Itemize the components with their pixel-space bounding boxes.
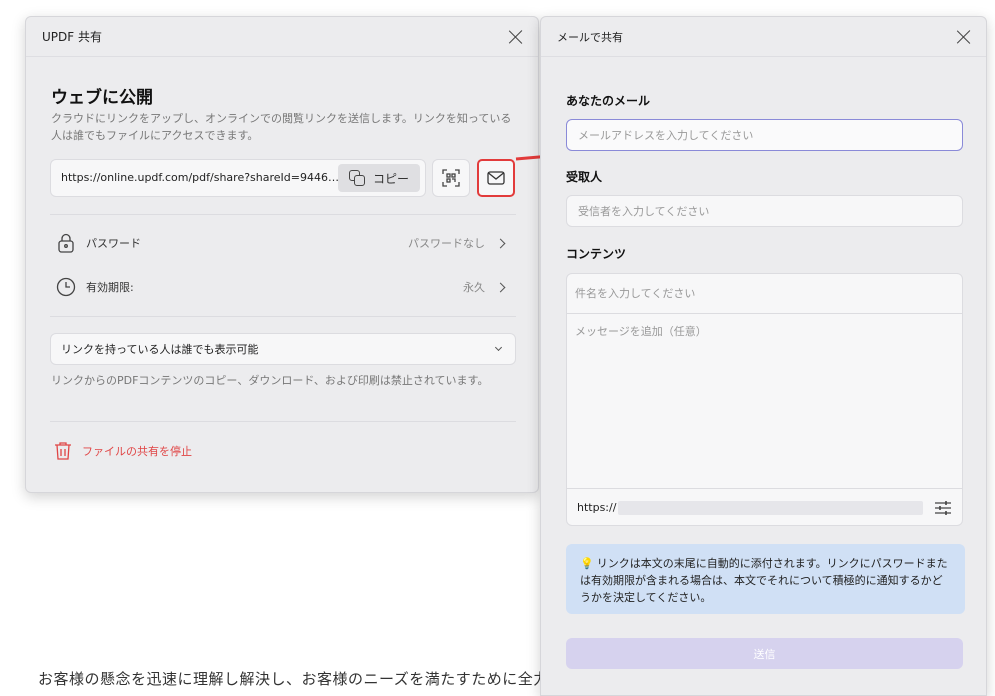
permission-note: リンクからのPDFコンテンツのコピー、ダウンロード、および印刷は禁止されています…	[51, 374, 489, 387]
your-email-label: あなたのメール	[566, 94, 651, 108]
trash-icon	[55, 442, 71, 460]
clock-icon	[54, 275, 78, 299]
email-share-button[interactable]	[477, 159, 515, 197]
copy-label: コピー	[372, 171, 409, 186]
publish-heading: ウェブに公開	[51, 88, 153, 108]
share-link-field[interactable]: https://online.updf.com/pdf/share?shareI…	[50, 159, 426, 197]
expiry-row[interactable]: 有効期限: 永久	[50, 272, 516, 302]
stop-sharing-button[interactable]: ファイルの共有を停止	[54, 441, 192, 461]
lightbulb-icon: 💡	[580, 557, 594, 570]
access-select[interactable]: リンクを持っている人は誰でも表示可能	[50, 333, 516, 365]
email-share-dialog: メールで共有 あなたのメール 受取人 コンテンツ https:// 💡リンクは本…	[540, 16, 987, 696]
copy-link-button[interactable]: コピー	[338, 164, 420, 192]
email-dialog-title: メールで共有	[557, 30, 623, 44]
mail-icon	[487, 171, 505, 185]
send-label: 送信	[753, 647, 776, 661]
tip-box: 💡 リンクは本文の末尾に自動的に添付されます。リンクにパスワードまたは有効期限が含…	[566, 544, 965, 614]
background-text: お客様の懸念を迅速に理解し解決し、お客様のニーズを満たすために全力	[38, 670, 549, 688]
password-value: パスワードなし	[408, 237, 485, 250]
recipient-input[interactable]	[566, 195, 963, 227]
email-dialog-close-icon[interactable]	[956, 29, 972, 45]
recipient-label: 受取人	[566, 170, 603, 184]
chevron-right-icon	[495, 238, 506, 248]
content-label: コンテンツ	[566, 247, 627, 261]
lock-icon	[54, 231, 78, 255]
share-dialog-title: UPDF 共有	[42, 30, 102, 44]
content-box: https://	[566, 273, 963, 526]
subject-input[interactable]	[567, 274, 962, 314]
access-select-value: リンクを持っている人は誰でも表示可能	[61, 343, 259, 356]
expiry-value: 永久	[463, 281, 485, 294]
email-dialog-titlebar: メールで共有	[541, 17, 986, 57]
publish-description: クラウドにリンクをアップし、オンラインでの閲覧リンクを送信します。リンクを知って…	[51, 112, 512, 142]
share-link-url[interactable]: https://online.updf.com/pdf/share?shareI…	[61, 171, 341, 184]
password-label: パスワード	[86, 237, 141, 250]
divider	[50, 214, 516, 215]
divider	[50, 421, 516, 422]
tip-text: リンクは本文の末尾に自動的に添付されます。リンクにパスワードまたは有効期限が含ま…	[580, 557, 948, 604]
copy-icon	[348, 170, 365, 186]
share-dialog-titlebar: UPDF 共有	[26, 17, 538, 57]
attached-link-redacted	[618, 500, 924, 515]
qr-code-button[interactable]	[432, 159, 470, 197]
attached-link-footer: https://	[567, 488, 962, 525]
send-button[interactable]: 送信	[566, 638, 963, 669]
attached-link-prefix: https://	[577, 501, 617, 514]
message-textarea[interactable]	[567, 314, 962, 488]
expiry-label: 有効期限:	[86, 281, 134, 294]
settings-sliders-icon[interactable]	[934, 500, 952, 516]
chevron-down-icon	[494, 343, 503, 352]
share-dialog-close-icon[interactable]	[508, 29, 524, 45]
share-dialog: UPDF 共有 ウェブに公開 クラウドにリンクをアップし、オンラインでの閲覧リン…	[25, 16, 539, 493]
divider	[50, 316, 516, 317]
qr-code-icon	[442, 169, 460, 187]
stop-sharing-label: ファイルの共有を停止	[82, 445, 192, 458]
your-email-input[interactable]	[566, 119, 963, 151]
password-row[interactable]: パスワード パスワードなし	[50, 228, 516, 258]
chevron-right-icon	[495, 282, 506, 292]
